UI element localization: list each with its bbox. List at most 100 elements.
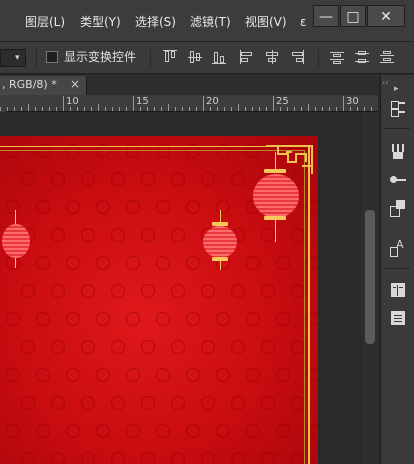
ruler-tick <box>287 107 288 111</box>
ruler-tick <box>266 107 267 111</box>
ruler-label: 20 <box>206 96 219 107</box>
ruler-tick <box>21 107 22 111</box>
ruler-tick <box>91 107 92 111</box>
brush-icon[interactable] <box>390 172 406 188</box>
ruler-tick <box>98 104 99 111</box>
divider <box>36 49 37 67</box>
ruler-tick <box>49 107 50 111</box>
ruler-tick <box>245 107 246 111</box>
ruler-tick <box>196 107 197 111</box>
layer-comps-icon[interactable] <box>390 310 406 326</box>
scrollbar-thumb[interactable] <box>365 210 375 344</box>
chevron-down-icon: ▾ <box>15 53 20 63</box>
ruler-tick <box>357 107 358 111</box>
ruler-tick <box>119 107 120 111</box>
ruler-label: 15 <box>136 96 149 107</box>
divider <box>384 128 410 129</box>
show-transform-controls-checkbox[interactable] <box>46 51 58 63</box>
ruler-tick <box>126 107 127 111</box>
ruler-tick <box>56 107 57 111</box>
distribute-top-icon[interactable] <box>330 50 344 64</box>
divider <box>384 268 410 269</box>
ruler-tick <box>147 107 148 111</box>
gold-frame-inner-border <box>0 150 305 464</box>
ruler-tick <box>371 107 372 111</box>
ruler-tick <box>28 104 29 111</box>
ruler-tick <box>112 107 113 111</box>
tool-preset-picker[interactable]: ▾ <box>0 49 26 67</box>
ruler-tick <box>168 104 169 111</box>
ruler-tick <box>154 107 155 111</box>
ruler-tick <box>343 96 344 111</box>
close-button[interactable]: ✕ <box>367 5 405 27</box>
ruler-tick <box>301 107 302 111</box>
ruler-tick <box>252 107 253 111</box>
ruler-tick <box>63 96 64 111</box>
menu-type[interactable]: 类型(Y) <box>80 14 121 30</box>
ruler-label: 25 <box>276 96 289 107</box>
ruler-tick <box>350 107 351 111</box>
ruler-tick <box>7 107 8 111</box>
distribute-vcenter-icon[interactable] <box>355 50 369 64</box>
ruler-tick <box>336 107 337 111</box>
show-transform-controls-label: 显示变换控件 <box>64 50 137 64</box>
ruler-tick <box>133 96 134 111</box>
minimize-button[interactable]: — <box>313 5 339 27</box>
align-bottom-edges-icon[interactable] <box>212 50 226 64</box>
ruler-tick <box>315 107 316 111</box>
ruler-tick <box>231 107 232 111</box>
panel-collapse-icon[interactable]: ▸ <box>394 84 399 94</box>
ruler-label: 30 <box>346 96 359 107</box>
ruler-tick <box>77 107 78 111</box>
divider <box>318 49 319 67</box>
ruler-tick <box>182 107 183 111</box>
ruler-tick <box>161 107 162 111</box>
options-bar <box>0 42 414 74</box>
distribute-bottom-icon[interactable] <box>380 50 394 64</box>
ruler-tick <box>105 107 106 111</box>
ruler-tick <box>42 107 43 111</box>
ruler-tick <box>70 107 71 111</box>
align-left-edges-icon[interactable] <box>240 50 254 64</box>
history-icon[interactable] <box>390 100 406 117</box>
character-icon[interactable]: A <box>390 239 406 257</box>
ruler-tick <box>175 107 176 111</box>
ruler-label: 10 <box>66 96 79 107</box>
ruler-tick <box>294 107 295 111</box>
brush-presets-icon[interactable] <box>390 144 406 160</box>
ruler-tick <box>364 107 365 111</box>
horizontal-ruler: 10 15 20 25 30 <box>0 95 378 112</box>
ruler-tick <box>210 107 211 111</box>
ruler-tick <box>280 107 281 111</box>
ruler-tick <box>189 107 190 111</box>
ruler-tick <box>329 107 330 111</box>
clone-source-icon[interactable] <box>390 200 406 217</box>
menu-view[interactable]: 视图(V) <box>245 14 287 30</box>
ruler-tick <box>84 107 85 111</box>
align-top-edges-icon[interactable] <box>163 50 177 64</box>
ruler-tick <box>224 107 225 111</box>
align-vertical-centers-icon[interactable] <box>188 50 202 64</box>
ruler-tick <box>308 104 309 111</box>
ruler-tick <box>217 107 218 111</box>
ruler-tick <box>322 107 323 111</box>
ruler-tick <box>140 107 141 111</box>
restore-button[interactable]: □ <box>340 5 366 27</box>
menu-select[interactable]: 选择(S) <box>135 14 176 30</box>
ruler-tick <box>238 104 239 111</box>
divider <box>150 49 151 67</box>
menu-layer[interactable]: 图层(L) <box>25 14 65 30</box>
ruler-tick <box>273 96 274 111</box>
menu-more[interactable]: ε <box>300 14 307 30</box>
ruler-tick <box>259 107 260 111</box>
document-tab[interactable]: , RGB/8) * × <box>0 76 87 95</box>
paragraph-icon[interactable] <box>390 282 406 298</box>
close-icon[interactable]: × <box>70 77 80 91</box>
fretwork-corner-ornament <box>266 145 313 174</box>
align-horizontal-centers-icon[interactable] <box>265 50 279 64</box>
ruler-tick <box>35 107 36 111</box>
align-right-edges-icon[interactable] <box>290 50 304 64</box>
document-tab-title: , RGB/8) * <box>2 78 57 91</box>
menu-filter[interactable]: 滤镜(T) <box>190 14 231 30</box>
right-panel-dock <box>380 75 414 464</box>
